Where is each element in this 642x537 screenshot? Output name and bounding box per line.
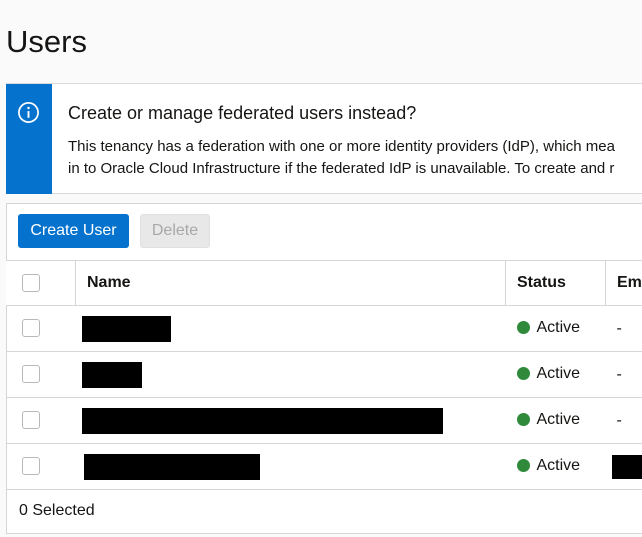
redacted-user-name[interactable] — [81, 315, 171, 342]
banner-body-line-1: This tenancy has a federation with one o… — [68, 138, 615, 155]
row-check-cell — [6, 397, 76, 444]
row-check-cell — [6, 305, 76, 352]
banner-body: This tenancy has a federation with one o… — [68, 136, 615, 180]
redacted-user-name[interactable] — [81, 361, 142, 388]
column-header-name[interactable]: Name — [75, 260, 506, 306]
info-circle-icon — [18, 102, 39, 123]
row-checkbox[interactable] — [22, 457, 40, 476]
select-all-cell — [6, 260, 76, 306]
selected-count: 0 Selected — [19, 502, 95, 519]
table-row[interactable]: Active - — [6, 351, 642, 398]
status-active-dot — [516, 320, 530, 334]
table-row[interactable]: Active - — [6, 305, 642, 352]
status-cell: Active — [505, 305, 606, 352]
row-checkbox[interactable] — [22, 319, 40, 338]
row-check-cell — [6, 443, 76, 490]
status-label: Active — [536, 365, 581, 383]
column-header-status[interactable]: Status — [505, 260, 606, 306]
table-row[interactable]: Active - — [6, 397, 642, 444]
create-user-button[interactable]: Create User — [18, 214, 129, 248]
email-cell: - — [605, 397, 642, 444]
status-cell: Active — [505, 351, 606, 398]
row-checkbox[interactable] — [22, 365, 40, 384]
banner-title: Create or manage federated users instead… — [68, 103, 417, 123]
redacted-email — [611, 454, 642, 479]
row-checkbox[interactable] — [22, 411, 40, 430]
column-header-email[interactable]: Email — [605, 260, 642, 306]
page-title: Users — [6, 24, 87, 59]
email-cell: - — [605, 305, 642, 352]
status-label: Active — [536, 457, 581, 475]
status-active-dot — [516, 458, 530, 472]
status-cell: Active — [505, 397, 606, 444]
status-label: Active — [536, 319, 581, 337]
users-panel: Create User Delete Name Status Email Act… — [6, 203, 642, 534]
delete-button: Delete — [140, 214, 210, 248]
row-check-cell — [6, 351, 76, 398]
status-active-dot — [516, 366, 530, 380]
users-table: Name Status Email Active - Active - Ac — [6, 260, 642, 490]
user-name-cell — [75, 397, 506, 444]
redacted-user-name[interactable] — [83, 453, 260, 480]
federation-info-banner: Create or manage federated users instead… — [6, 83, 642, 194]
email-cell — [605, 443, 642, 490]
select-all-checkbox[interactable] — [22, 273, 40, 292]
banner-accent-strip — [6, 84, 52, 194]
table-header-row: Name Status Email — [6, 260, 642, 306]
status-cell: Active — [505, 443, 606, 490]
banner-body-line-2: in to Oracle Cloud Infrastructure if the… — [68, 160, 615, 177]
user-name-cell — [75, 305, 506, 352]
status-label: Active — [536, 411, 581, 429]
email-cell: - — [605, 351, 642, 398]
user-name-cell — [75, 351, 506, 398]
status-active-dot — [516, 412, 530, 426]
user-name-cell — [75, 443, 506, 490]
redacted-user-name[interactable] — [81, 407, 443, 434]
table-row[interactable]: Active — [6, 443, 642, 490]
